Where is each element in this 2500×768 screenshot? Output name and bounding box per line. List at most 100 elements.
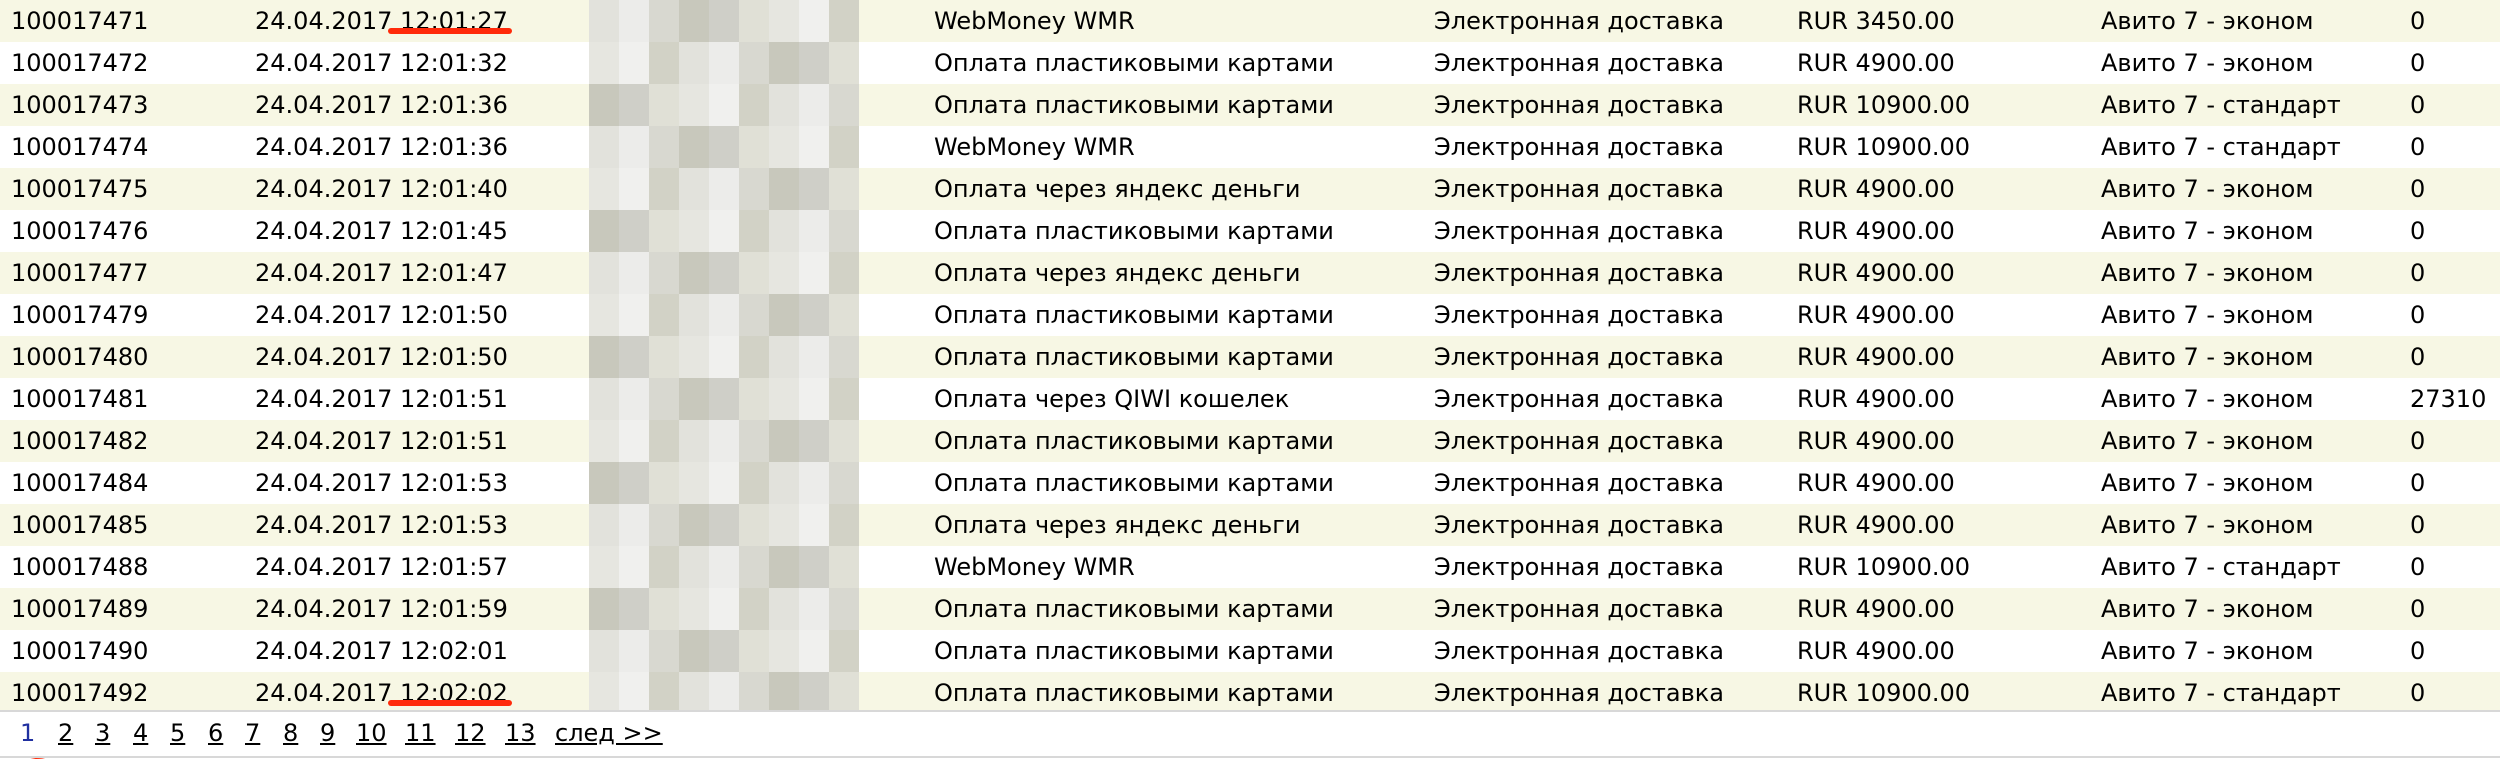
delivery-method-cell: Электронная доставка <box>1434 133 1724 161</box>
table-row: 100017488 24.04.2017 12:01:57 WebMoney WMR… <box>0 546 2500 588</box>
extra-value-cell: 0 <box>2410 427 2426 455</box>
delivery-method-cell: Электронная доставка <box>1434 301 1724 329</box>
tariff-cell: Авито 7 - эконом <box>2101 7 2314 35</box>
table-row: 100017485 24.04.2017 12:01:53 Оплата через… <box>0 504 2500 546</box>
redacted-email-cell <box>589 672 934 714</box>
page-link-12[interactable]: 12 <box>455 719 486 747</box>
extra-value-cell: 0 <box>2410 679 2426 707</box>
table-row: 100017479 24.04.2017 12:01:50 Оплата пласт… <box>0 294 2500 336</box>
delivery-method-cell: Электронная доставка <box>1434 427 1724 455</box>
table-row: 100017484 24.04.2017 12:01:53 Оплата пласт… <box>0 462 2500 504</box>
order-id-cell: 100017476 <box>11 217 149 245</box>
order-date-cell: 24.04.2017 12:01:53 <box>255 511 508 539</box>
order-id-cell: 100017473 <box>11 91 149 119</box>
order-sum-cell: RUR 4900.00 <box>1797 469 1955 497</box>
delivery-method-cell: Электронная доставка <box>1434 91 1724 119</box>
payment-method-cell: Оплата пластиковыми картами <box>934 637 1334 665</box>
pixelated-redaction <box>589 588 859 630</box>
tariff-cell: Авито 7 - эконом <box>2101 469 2314 497</box>
redacted-email-cell <box>589 0 934 42</box>
order-sum-cell: RUR 10900.00 <box>1797 679 1971 707</box>
page-link-7[interactable]: 7 <box>245 719 260 747</box>
order-date-cell: 24.04.2017 12:01:50 <box>255 301 508 329</box>
order-id-cell: 100017484 <box>11 469 149 497</box>
delivery-method-cell: Электронная доставка <box>1434 49 1724 77</box>
red-underline-annotation <box>388 28 512 34</box>
order-date-cell: 24.04.2017 12:01:51 <box>255 427 508 455</box>
tariff-cell: Авито 7 - эконом <box>2101 49 2314 77</box>
page-link-2[interactable]: 2 <box>58 719 73 747</box>
pixelated-redaction <box>589 126 859 168</box>
order-id-cell: 100017488 <box>11 553 149 581</box>
delivery-method-cell: Электронная доставка <box>1434 217 1724 245</box>
order-date-cell: 24.04.2017 12:01:50 <box>255 343 508 371</box>
order-date-cell: 24.04.2017 12:01:51 <box>255 385 508 413</box>
redacted-email-cell <box>589 42 934 84</box>
pixelated-redaction <box>589 420 859 462</box>
delivery-method-cell: Электронная доставка <box>1434 469 1724 497</box>
delivery-method-cell: Электронная доставка <box>1434 175 1724 203</box>
redacted-email-cell <box>589 546 934 588</box>
order-sum-cell: RUR 10900.00 <box>1797 91 1971 119</box>
payment-method-cell: WebMoney WMR <box>934 7 1135 35</box>
order-date-cell: 24.04.2017 12:02:01 <box>255 637 508 665</box>
table-row: 100017482 24.04.2017 12:01:51 Оплата пласт… <box>0 420 2500 462</box>
page-link-6[interactable]: 6 <box>208 719 223 747</box>
redacted-email-cell <box>589 588 934 630</box>
table-row: 100017474 24.04.2017 12:01:36 WebMoney WMR… <box>0 126 2500 168</box>
extra-value-cell: 0 <box>2410 217 2426 245</box>
extra-value-cell: 0 <box>2410 7 2426 35</box>
order-id-cell: 100017477 <box>11 259 149 287</box>
page-link-13[interactable]: 13 <box>505 719 536 747</box>
order-id-cell: 100017475 <box>11 175 149 203</box>
order-sum-cell: RUR 4900.00 <box>1797 385 1955 413</box>
redacted-email-cell <box>589 504 934 546</box>
order-sum-cell: RUR 4900.00 <box>1797 595 1955 623</box>
extra-value-cell: 0 <box>2410 343 2426 371</box>
page-link-5[interactable]: 5 <box>170 719 185 747</box>
page-link-10[interactable]: 10 <box>356 719 387 747</box>
tariff-cell: Авито 7 - стандарт <box>2101 553 2341 581</box>
page-link-4[interactable]: 4 <box>133 719 148 747</box>
payment-method-cell: Оплата через яндекс деньги <box>934 259 1301 287</box>
pixelated-redaction <box>589 210 859 252</box>
tariff-cell: Авито 7 - стандарт <box>2101 133 2341 161</box>
page-link-1[interactable]: 1 <box>20 719 35 747</box>
order-sum-cell: RUR 4900.00 <box>1797 217 1955 245</box>
table-row: 100017471 24.04.2017 12:01:27 WebMoney WMR… <box>0 0 2500 42</box>
page-link-8[interactable]: 8 <box>283 719 298 747</box>
order-sum-cell: RUR 10900.00 <box>1797 553 1971 581</box>
order-date-cell: 24.04.2017 12:01:57 <box>255 553 508 581</box>
pagination: 1 2 3 4 5 6 7 8 9 10 11 12 13 след >> <box>0 710 2500 758</box>
table-row: 100017490 24.04.2017 12:02:01 Оплата пласт… <box>0 630 2500 672</box>
order-sum-cell: RUR 10900.00 <box>1797 133 1971 161</box>
orders-page: 100017471 24.04.2017 12:01:27 WebMoney WMR… <box>0 0 2500 768</box>
order-date-cell: 24.04.2017 12:01:36 <box>255 133 508 161</box>
table-row: 100017475 24.04.2017 12:01:40 Оплата через… <box>0 168 2500 210</box>
delivery-method-cell: Электронная доставка <box>1434 511 1724 539</box>
order-date-cell: 24.04.2017 12:01:32 <box>255 49 508 77</box>
page-link-3[interactable]: 3 <box>95 719 110 747</box>
page-link-11[interactable]: 11 <box>405 719 436 747</box>
order-id-cell: 100017489 <box>11 595 149 623</box>
red-underline-annotation <box>388 700 512 706</box>
pixelated-redaction <box>589 378 859 420</box>
tariff-cell: Авито 7 - эконом <box>2101 511 2314 539</box>
delivery-method-cell: Электронная доставка <box>1434 595 1724 623</box>
order-date-cell: 24.04.2017 12:02:02 <box>255 679 508 707</box>
next-page-link[interactable]: след >> <box>555 719 663 747</box>
tariff-cell: Авито 7 - эконом <box>2101 343 2314 371</box>
payment-method-cell: Оплата пластиковыми картами <box>934 469 1334 497</box>
page-link-9[interactable]: 9 <box>320 719 335 747</box>
tariff-cell: Авито 7 - стандарт <box>2101 91 2341 119</box>
table-row: 100017477 24.04.2017 12:01:47 Оплата через… <box>0 252 2500 294</box>
tariff-cell: Авито 7 - эконом <box>2101 175 2314 203</box>
payment-method-cell: Оплата пластиковыми картами <box>934 427 1334 455</box>
order-id-cell: 100017474 <box>11 133 149 161</box>
redacted-email-cell <box>589 630 934 672</box>
order-id-cell: 100017485 <box>11 511 149 539</box>
payment-method-cell: Оплата пластиковыми картами <box>934 679 1334 707</box>
extra-value-cell: 0 <box>2410 511 2426 539</box>
payment-method-cell: Оплата пластиковыми картами <box>934 343 1334 371</box>
pixelated-redaction <box>589 42 859 84</box>
